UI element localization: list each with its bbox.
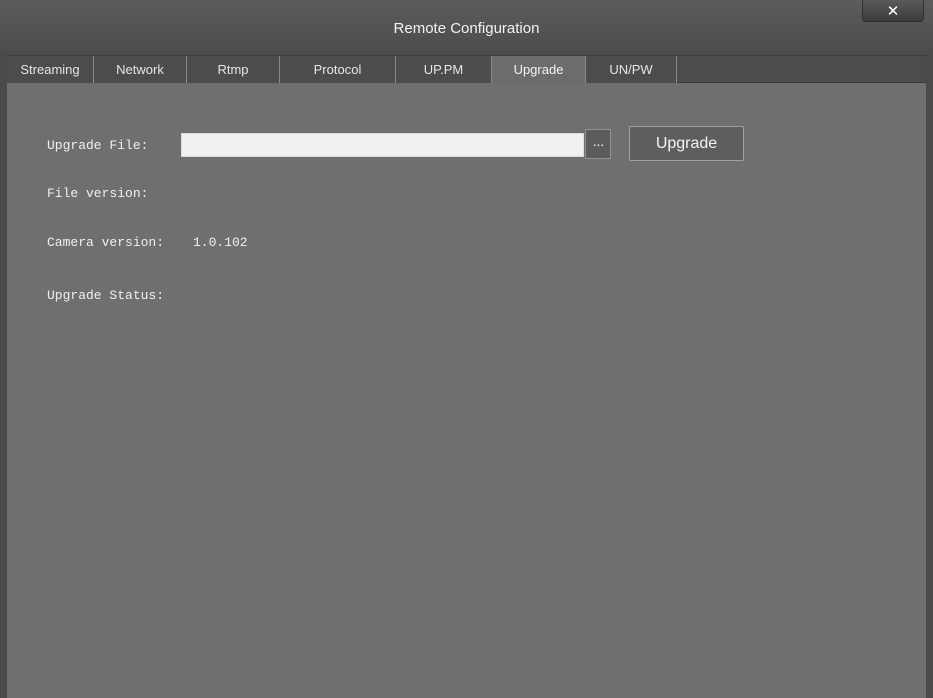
- tab-rtmp[interactable]: Rtmp: [187, 56, 280, 83]
- camera-version-label: Camera version:: [47, 235, 165, 250]
- camera-version-value: 1.0.102: [193, 235, 248, 250]
- tab-up-pm[interactable]: UP.PM: [396, 56, 492, 83]
- tab-bar-filler: [677, 56, 926, 82]
- tab-network[interactable]: Network: [94, 56, 187, 83]
- browse-button[interactable]: ···: [585, 129, 611, 159]
- tab-upgrade[interactable]: Upgrade: [492, 56, 586, 83]
- upgrade-file-label: Upgrade File:: [47, 138, 149, 153]
- close-button[interactable]: ✕: [862, 0, 924, 22]
- upgrade-status-label: Upgrade Status:: [47, 288, 165, 303]
- upgrade-file-input[interactable]: [181, 133, 584, 157]
- remote-configuration-window: Remote Configuration ✕ Streaming Network…: [0, 0, 933, 698]
- upgrade-button[interactable]: Upgrade: [629, 126, 744, 161]
- tab-streaming[interactable]: Streaming: [7, 56, 94, 83]
- tab-protocol[interactable]: Protocol: [280, 56, 396, 83]
- window-title: Remote Configuration: [393, 20, 540, 37]
- title-bar: Remote Configuration ✕: [0, 0, 933, 55]
- tab-un-pw[interactable]: UN/PW: [586, 56, 677, 83]
- upgrade-panel: Upgrade File: ··· Upgrade File version: …: [7, 83, 926, 698]
- close-icon: ✕: [886, 2, 900, 20]
- tab-bar: Streaming Network Rtmp Protocol UP.PM Up…: [7, 55, 926, 83]
- file-version-label: File version:: [47, 186, 149, 201]
